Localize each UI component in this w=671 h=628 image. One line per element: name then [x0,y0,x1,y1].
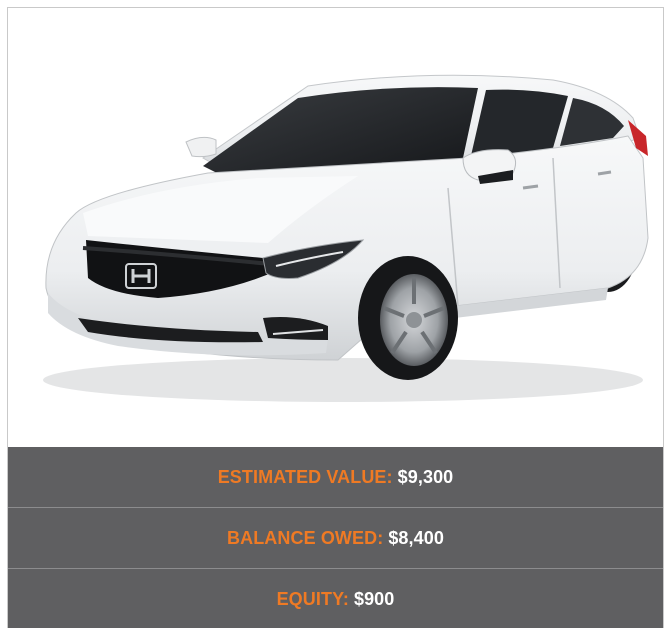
balance-owed-label: BALANCE OWED: [227,527,384,548]
estimated-value-label: ESTIMATED VALUE: [217,466,393,487]
estimated-value-amount: $9,300 [397,466,454,487]
equity-summary-panel: ESTIMATED VALUE: $9,300 BALANCE OWED: $8… [8,447,663,628]
balance-owed-amount: $8,400 [388,527,444,548]
vehicle-image [8,8,663,447]
car-illustration [43,74,649,402]
equity-label: EQUITY: [276,588,349,609]
estimated-value-row: ESTIMATED VALUE: $9,300 [8,447,663,507]
equity-row: EQUITY: $900 [8,569,663,628]
balance-owed-row: BALANCE OWED: $8,400 [8,508,663,568]
equity-amount: $900 [353,588,395,609]
car-shadow [43,358,643,402]
vehicle-equity-card: ESTIMATED VALUE: $9,300 BALANCE OWED: $8… [7,7,664,628]
